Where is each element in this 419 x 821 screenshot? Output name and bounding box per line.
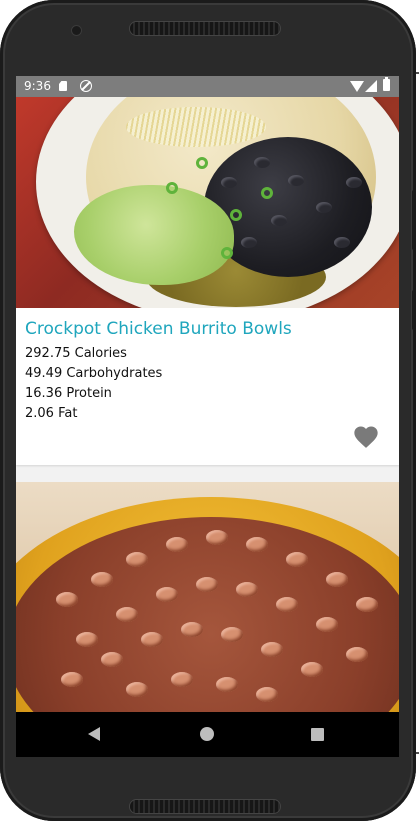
recipe-carbohydrates: 49.49 Carbohydrates [25, 366, 163, 381]
bean-shape [196, 577, 218, 592]
bean-shape [271, 215, 287, 226]
front-camera [72, 26, 81, 35]
recipe-image[interactable] [16, 97, 399, 308]
bean-shape [171, 672, 193, 687]
recipe-fat: 2.06 Fat [25, 406, 78, 421]
sim-card-icon [59, 81, 67, 91]
status-bar: 9:36 [16, 76, 399, 97]
recents-icon[interactable] [311, 728, 324, 741]
bean-shape [126, 552, 148, 567]
bean-shape [288, 175, 304, 186]
bean-shape [166, 537, 188, 552]
recipe-card[interactable] [16, 482, 399, 712]
green-onion-shape [230, 209, 242, 221]
bean-shape [56, 592, 78, 607]
bean-shape [141, 632, 163, 647]
bean-shape [334, 237, 350, 248]
app-screen: 9:36 Crockpot Chicken Burrito Bowls 292.… [16, 76, 399, 712]
bean-shape [116, 607, 138, 622]
phone-frame: 9:36 Crockpot Chicken Burrito Bowls 292.… [0, 0, 416, 821]
recipe-title[interactable]: Crockpot Chicken Burrito Bowls [25, 319, 292, 339]
bean-shape [91, 572, 113, 587]
bean-shape [301, 662, 323, 677]
bean-shape [181, 622, 203, 637]
green-onion-shape [196, 157, 208, 169]
green-onion-shape [221, 247, 233, 259]
bean-shape [206, 530, 228, 545]
bean-shape [241, 237, 257, 248]
heart-icon[interactable] [351, 423, 381, 451]
bean-shape [221, 627, 243, 642]
recipe-list[interactable]: Crockpot Chicken Burrito Bowls 292.75 Ca… [16, 97, 399, 712]
volume-button[interactable] [412, 190, 416, 250]
green-onion-shape [166, 182, 178, 194]
cheese-shape [126, 107, 266, 147]
bean-shape [316, 617, 338, 632]
bean-shape [276, 597, 298, 612]
power-button[interactable] [412, 290, 416, 330]
bean-shape [286, 552, 308, 567]
bean-shape [326, 572, 348, 587]
status-time: 9:36 [24, 79, 51, 93]
battery-icon [383, 77, 390, 91]
green-onion-shape [261, 187, 273, 199]
navigation-bar [16, 712, 399, 757]
bean-shape [76, 632, 98, 647]
bean-shape [61, 672, 83, 687]
bean-shape [216, 677, 238, 692]
bean-shape [356, 597, 378, 612]
bean-shape [236, 582, 258, 597]
bean-shape [316, 202, 332, 213]
bean-shape [346, 177, 362, 188]
signal-icon [365, 80, 377, 92]
recipe-card[interactable]: Crockpot Chicken Burrito Bowls 292.75 Ca… [16, 97, 399, 465]
bottom-speaker [130, 800, 280, 813]
recipe-image[interactable] [16, 482, 399, 712]
back-icon[interactable] [88, 727, 100, 741]
bean-shape [346, 647, 368, 662]
bean-shape [101, 652, 123, 667]
recipe-protein: 16.36 Protein [25, 386, 112, 401]
home-icon[interactable] [200, 727, 214, 741]
bean-shape [254, 157, 270, 168]
bean-shape [221, 177, 237, 188]
bean-shape [246, 537, 268, 552]
wifi-icon [350, 81, 364, 92]
top-speaker [130, 22, 280, 35]
do-not-disturb-icon [80, 80, 92, 92]
bean-shape [256, 687, 278, 702]
recipe-calories: 292.75 Calories [25, 346, 127, 361]
bean-shape [261, 642, 283, 657]
bean-shape [156, 587, 178, 602]
bean-shape [126, 682, 148, 697]
